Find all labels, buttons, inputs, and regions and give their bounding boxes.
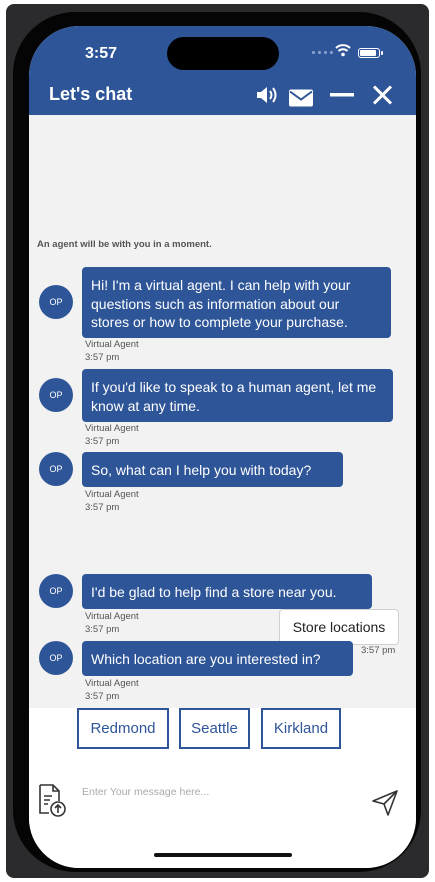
- message-composer: [29, 756, 416, 868]
- message-meta: Virtual Agent 3:57 pm: [85, 422, 139, 448]
- avatar: OP: [39, 452, 73, 486]
- status-time: 3:57: [85, 45, 118, 62]
- message-meta: Virtual Agent 3:57 pm: [85, 610, 139, 636]
- message-sender: Virtual Agent: [85, 489, 139, 500]
- avatar: OP: [39, 641, 73, 675]
- message-input[interactable]: [80, 780, 354, 804]
- attach-file-icon[interactable]: [37, 783, 67, 817]
- agent-message-bubble: Hi! I'm a virtual agent. I can help with…: [82, 267, 391, 338]
- minimize-icon[interactable]: [330, 84, 354, 106]
- message-sender: Virtual Agent: [85, 611, 139, 622]
- mail-icon[interactable]: [289, 87, 313, 109]
- message-sender: Virtual Agent: [85, 339, 139, 350]
- avatar: OP: [39, 285, 73, 319]
- close-icon[interactable]: [372, 84, 393, 106]
- quick-reply-redmond[interactable]: Redmond: [77, 708, 169, 749]
- status-icons: [312, 43, 392, 63]
- message-sender: Virtual Agent: [85, 678, 139, 689]
- avatar: OP: [39, 574, 73, 608]
- user-message-time: 3:57 pm: [361, 645, 396, 656]
- home-indicator: [154, 853, 292, 857]
- message-meta: Virtual Agent 3:57 pm: [85, 677, 139, 703]
- user-message-bubble: Store locations: [279, 609, 399, 645]
- message-time: 3:57 pm: [85, 502, 120, 513]
- quick-replies: Redmond Seattle Kirkland: [29, 708, 416, 756]
- battery-icon: [358, 48, 383, 58]
- message-meta: Virtual Agent 3:57 pm: [85, 488, 139, 514]
- dynamic-island: [167, 37, 279, 70]
- message-time: 3:57 pm: [85, 624, 120, 635]
- agent-message-bubble: If you'd like to speak to a human agent,…: [82, 369, 393, 422]
- message-sender: Virtual Agent: [85, 423, 139, 434]
- chat-header: 3:57 Let's chat: [29, 26, 416, 115]
- send-icon[interactable]: [370, 788, 400, 818]
- agent-message-bubble: Which location are you interested in?: [82, 641, 353, 676]
- chat-screen: 3:57 Let's chat An agent will be with yo…: [29, 26, 416, 868]
- agent-message-bubble: So, what can I help you with today?: [82, 452, 343, 487]
- wifi-icon: [335, 44, 351, 57]
- quick-reply-kirkland[interactable]: Kirkland: [261, 708, 341, 749]
- message-time: 3:57 pm: [85, 352, 120, 363]
- agent-notice: An agent will be with you in a moment.: [37, 239, 212, 250]
- message-time: 3:57 pm: [85, 436, 120, 447]
- quick-reply-seattle[interactable]: Seattle: [179, 708, 250, 749]
- chat-title: Let's chat: [49, 84, 133, 104]
- signal-icon: [312, 51, 333, 54]
- agent-message-bubble: I'd be glad to help find a store near yo…: [82, 574, 372, 609]
- message-time: 3:57 pm: [85, 691, 120, 702]
- speaker-icon[interactable]: [255, 84, 279, 106]
- message-list[interactable]: An agent will be with you in a moment. O…: [29, 115, 416, 708]
- avatar: OP: [39, 378, 73, 412]
- message-meta: Virtual Agent 3:57 pm: [85, 338, 139, 364]
